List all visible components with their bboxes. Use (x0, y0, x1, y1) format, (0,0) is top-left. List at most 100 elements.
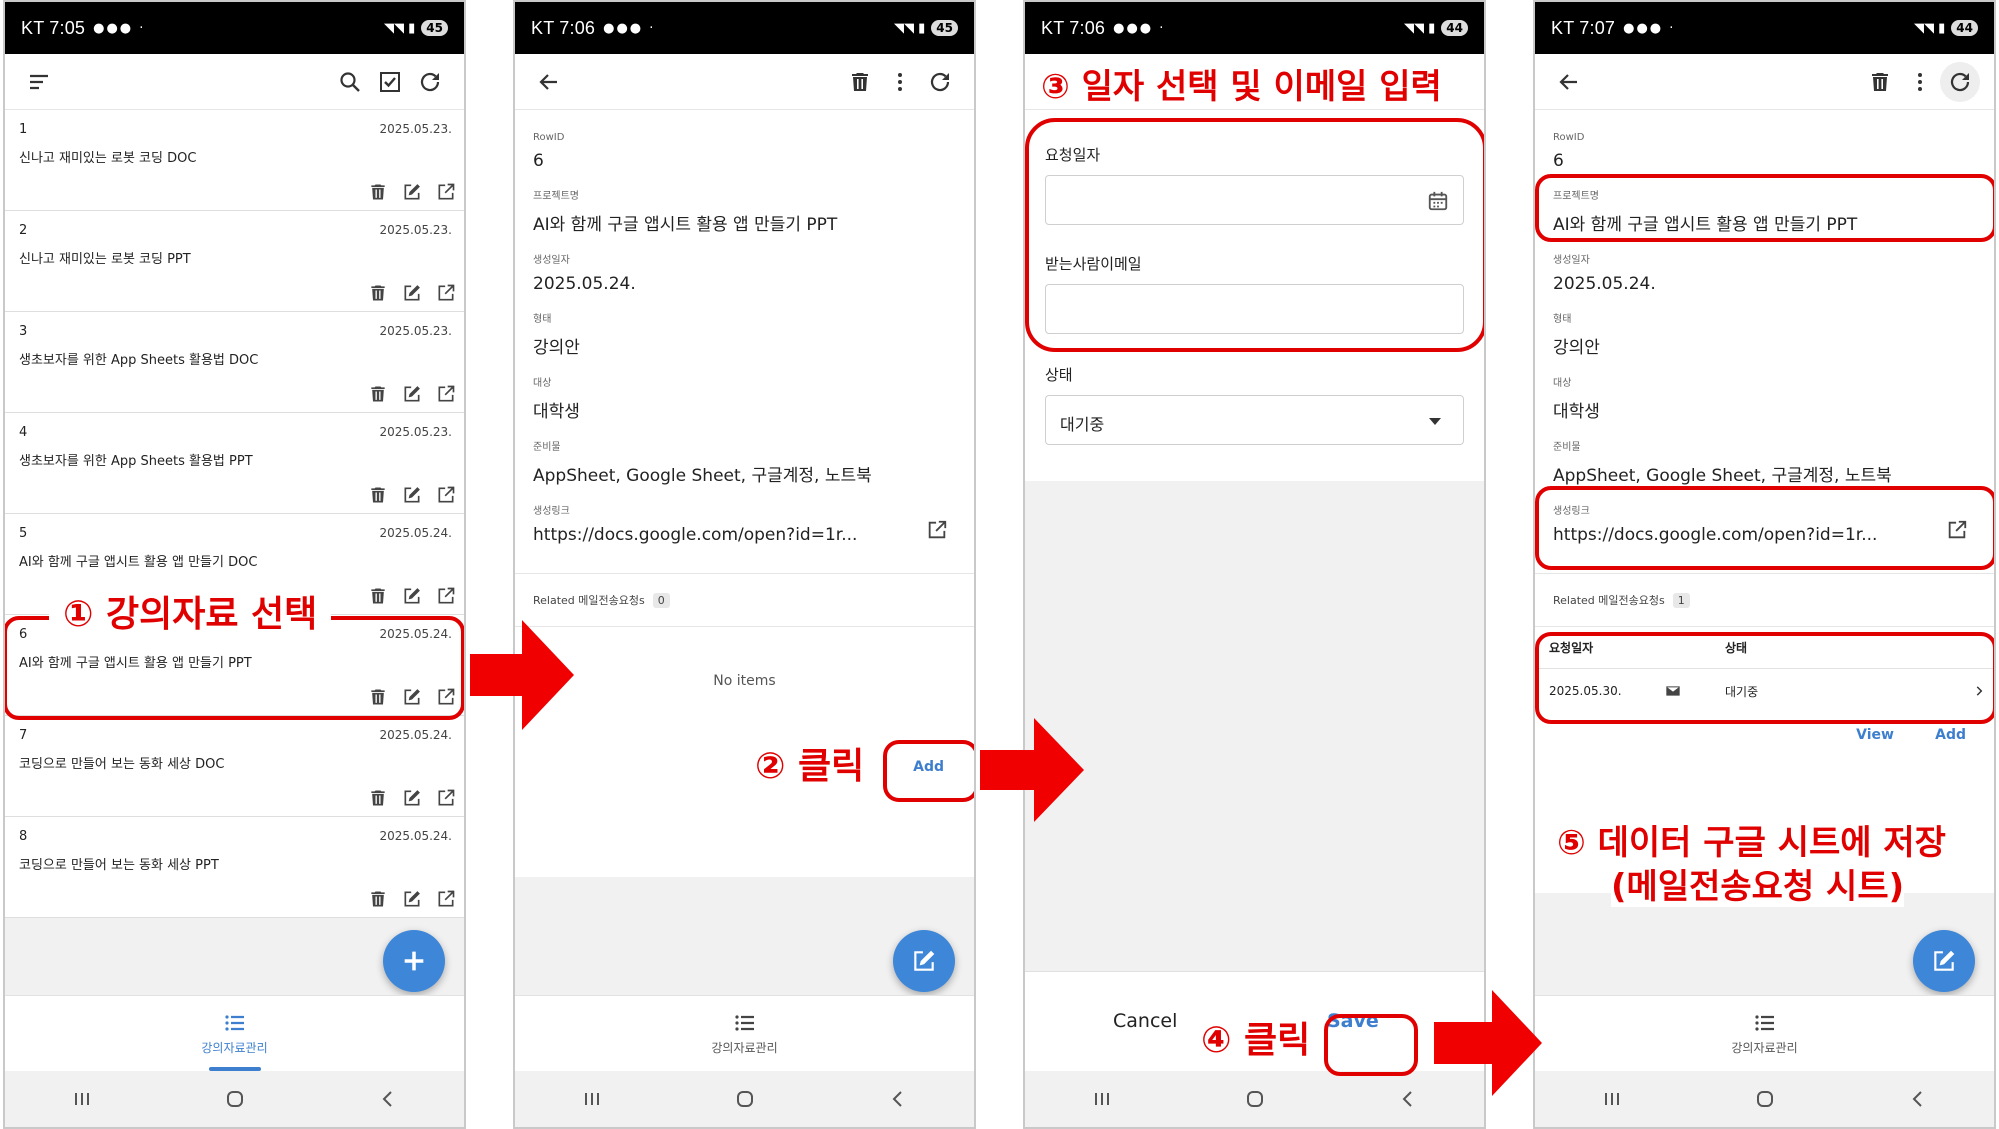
edit-icon[interactable] (402, 889, 422, 909)
status-bar: KT 7:06 ●●● · ◥◥ ▮ 45 (515, 2, 974, 54)
signal-icon: ◥◥ ▮ (894, 20, 926, 36)
back-nav-icon[interactable] (1396, 1087, 1420, 1111)
recent-apps-icon[interactable] (70, 1087, 94, 1111)
field-label: 생성링크 (533, 506, 570, 517)
field-rowid: RowID 6 (515, 122, 974, 177)
field-label: 대상 (1553, 378, 1572, 389)
list-item[interactable]: 1 2025.05.23. 신나고 재미있는 로봇 코딩 DOC (5, 110, 464, 211)
delete-icon[interactable] (368, 384, 388, 404)
system-nav-bar (5, 1071, 464, 1127)
open-link-icon[interactable] (436, 182, 456, 202)
delete-icon[interactable] (1860, 62, 1900, 102)
system-status-icons: ◥◥ ▮ 45 (894, 20, 958, 36)
edit-icon[interactable] (402, 788, 422, 808)
refresh-icon[interactable] (1940, 61, 1980, 102)
system-nav-bar (1025, 1071, 1484, 1127)
home-icon[interactable] (733, 1087, 757, 1111)
more-vert-icon[interactable] (1900, 62, 1940, 102)
annotation-4: ④ 클릭 (1201, 1020, 1311, 1062)
field-value[interactable]: https://docs.google.com/open?id=1r... (533, 525, 956, 545)
back-nav-icon[interactable] (1906, 1087, 1930, 1111)
recent-apps-icon[interactable] (580, 1087, 604, 1111)
bottom-nav-tab[interactable]: 강의자료관리 (1535, 995, 1994, 1071)
list-item[interactable]: 2 2025.05.23. 신나고 재미있는 로봇 코딩 PPT (5, 211, 464, 312)
edit-fab-button[interactable] (893, 930, 955, 992)
annotation-box-project (1535, 174, 1994, 242)
signal-icon: ◥◥ ▮ (1404, 20, 1436, 36)
field-label: 생성일자 (533, 255, 570, 266)
item-title: 코딩으로 만들어 보는 동화 세상 PPT (19, 858, 219, 873)
notification-icons: ●●● · (603, 20, 656, 36)
menu-icon[interactable] (19, 62, 59, 102)
home-icon[interactable] (223, 1087, 247, 1111)
item-actions (368, 283, 456, 303)
back-arrow-icon[interactable] (529, 62, 569, 102)
field-type: 형태 강의안 (515, 300, 974, 364)
battery-badge: 45 (421, 20, 448, 36)
field-created: 생성일자 2025.05.24. (1535, 241, 1994, 300)
list-view: 1 2025.05.23. 신나고 재미있는 로봇 코딩 DOC 2 2025.05.2… (5, 110, 464, 995)
open-link-icon[interactable] (436, 889, 456, 909)
field-value: 6 (1553, 151, 1564, 171)
delete-icon[interactable] (368, 283, 388, 303)
nav-label: 강의자료관리 (1731, 1041, 1798, 1055)
field-type: 형태 강의안 (1535, 300, 1994, 364)
annotation-box-table (1535, 632, 1994, 724)
edit-fab-button[interactable] (1913, 930, 1975, 992)
delete-icon[interactable] (368, 788, 388, 808)
delete-icon[interactable] (840, 62, 880, 102)
delete-icon[interactable] (368, 889, 388, 909)
add-related-button[interactable]: Add (1935, 727, 1966, 743)
refresh-icon[interactable] (410, 62, 450, 102)
status-select[interactable]: 대기중 (1045, 395, 1464, 445)
back-nav-icon[interactable] (376, 1087, 400, 1111)
item-title: AI와 함께 구글 앱시트 활용 앱 만들기 DOC (19, 555, 258, 570)
related-count-badge: 1 (1672, 592, 1690, 608)
edit-icon[interactable] (402, 485, 422, 505)
field-value: 대학생 (1553, 402, 1600, 422)
edit-icon[interactable] (402, 182, 422, 202)
list-item[interactable]: 7 2025.05.24. 코딩으로 만들어 보는 동화 세상 DOC (5, 716, 464, 817)
list-item[interactable]: 8 2025.05.24. 코딩으로 만들어 보는 동화 세상 PPT (5, 817, 464, 918)
home-icon[interactable] (1243, 1087, 1267, 1111)
open-link-icon[interactable] (436, 485, 456, 505)
item-date: 2025.05.24. (379, 526, 452, 540)
open-link-icon[interactable] (436, 283, 456, 303)
field-label: 형태 (1553, 314, 1572, 325)
more-vert-icon[interactable] (880, 62, 920, 102)
refresh-icon[interactable] (920, 62, 960, 102)
phone-screen-detail: KT 7:06 ●●● · ◥◥ ▮ 45 RowID 6 프로젝트명 AI와 함께… (513, 0, 976, 1129)
flow-arrow-2 (980, 718, 1084, 822)
list-item[interactable]: 3 2025.05.23. 생초보자를 위한 App Sheets 활용법 DOC (5, 312, 464, 413)
signal-icon: ◥◥ ▮ (1914, 20, 1946, 36)
delete-icon[interactable] (368, 586, 388, 606)
select-checkbox-icon[interactable] (370, 62, 410, 102)
search-icon[interactable] (330, 62, 370, 102)
edit-icon[interactable] (402, 586, 422, 606)
list-item[interactable]: 4 2025.05.23. 생초보자를 위한 App Sheets 활용법 PPT (5, 413, 464, 514)
edit-icon[interactable] (402, 283, 422, 303)
open-link-icon[interactable] (436, 384, 456, 404)
view-related-button[interactable]: View (1856, 727, 1894, 743)
bottom-nav-tab[interactable]: 강의자료관리 (5, 995, 464, 1071)
back-nav-icon[interactable] (886, 1087, 910, 1111)
back-arrow-icon[interactable] (1549, 62, 1589, 102)
edit-icon[interactable] (402, 384, 422, 404)
recent-apps-icon[interactable] (1600, 1087, 1624, 1111)
open-link-icon[interactable] (436, 788, 456, 808)
system-nav-bar (515, 1071, 974, 1127)
bottom-nav-tab[interactable]: 강의자료관리 (515, 995, 974, 1071)
add-fab-button[interactable] (383, 930, 445, 992)
delete-icon[interactable] (368, 182, 388, 202)
phone-screen-list: KT 7:05 ●●● · ◥◥ ▮ 45 1 2025.05.23. 신나고 재미… (3, 0, 466, 1129)
dropdown-caret-icon (1429, 418, 1441, 425)
home-icon[interactable] (1753, 1087, 1777, 1111)
cancel-button[interactable]: Cancel (1113, 1010, 1177, 1032)
open-link-icon[interactable] (926, 519, 948, 541)
recent-apps-icon[interactable] (1090, 1087, 1114, 1111)
open-link-icon[interactable] (436, 586, 456, 606)
delete-icon[interactable] (368, 485, 388, 505)
status-label: 상태 (1045, 366, 1073, 384)
system-status-icons: ◥◥ ▮ 44 (1404, 20, 1468, 36)
field-label: 생성일자 (1553, 255, 1590, 266)
